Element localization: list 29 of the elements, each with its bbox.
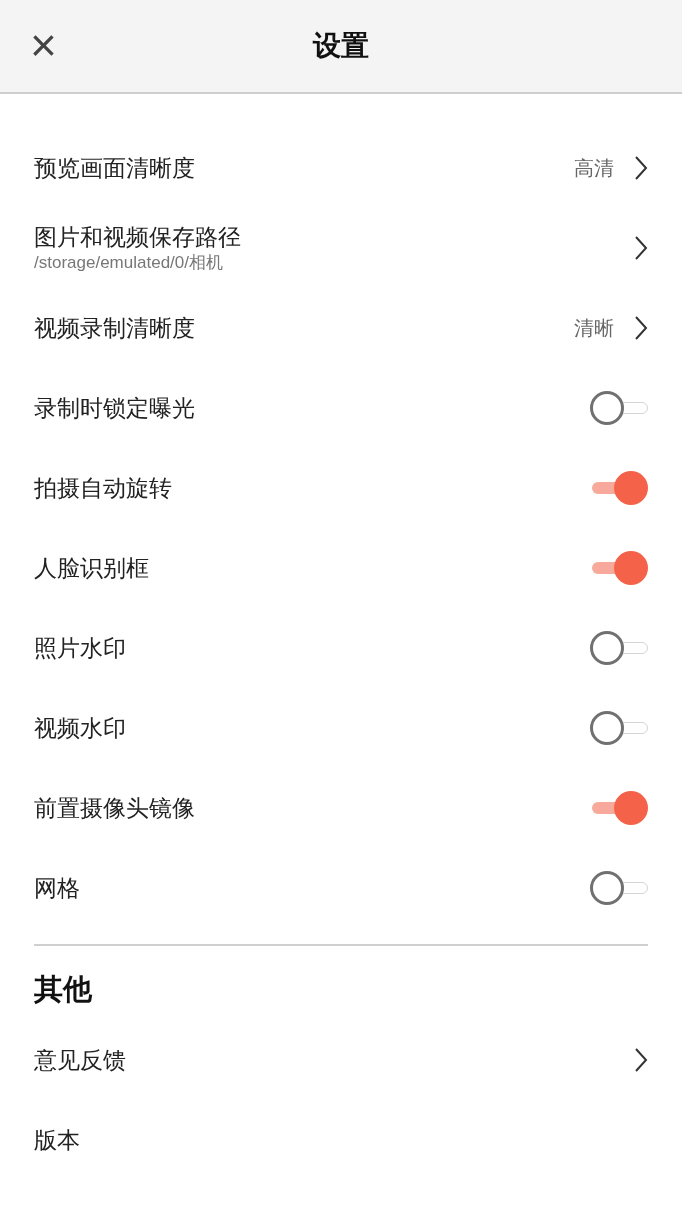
setting-label[interactable]: 版本: [34, 1124, 80, 1155]
chevron-right-icon: [634, 155, 648, 181]
chevron-right-icon: [634, 1046, 648, 1073]
setting-label[interactable]: 照片水印: [34, 633, 126, 663]
chevron-right-icon: [634, 315, 648, 341]
setting-subtitle: /storage/emulated/0/相机: [34, 252, 224, 274]
toggle-switch[interactable]: [590, 630, 648, 666]
setting-value: 清晰: [574, 316, 614, 341]
section-title: 其他: [34, 973, 92, 1005]
setting-label[interactable]: 意见反馈: [34, 1044, 126, 1075]
setting-label[interactable]: 视频录制清晰度: [34, 313, 195, 343]
page-title: 设置: [313, 29, 369, 63]
setting-label[interactable]: 录制时锁定曝光: [34, 393, 195, 423]
toggle-switch[interactable]: [590, 790, 648, 826]
setting-label[interactable]: 人脸识别框: [34, 553, 149, 583]
setting-label[interactable]: 预览画面清晰度: [34, 153, 195, 183]
toggle-switch[interactable]: [590, 390, 648, 426]
setting-value: 高清: [574, 156, 614, 181]
toggle-switch[interactable]: [590, 710, 648, 746]
setting-label[interactable]: 拍摄自动旋转: [34, 473, 172, 503]
chevron-right-icon: [634, 235, 648, 261]
toggle-switch[interactable]: [590, 550, 648, 586]
toggle-switch[interactable]: [590, 470, 648, 506]
setting-label[interactable]: 视频水印: [34, 713, 126, 743]
close-button[interactable]: ×: [30, 22, 57, 68]
toggle-switch[interactable]: [590, 870, 648, 906]
setting-label[interactable]: 图片和视频保存路径: [34, 222, 241, 252]
setting-label[interactable]: 前置摄像头镜像: [34, 793, 195, 823]
setting-label[interactable]: 网格: [34, 873, 80, 903]
